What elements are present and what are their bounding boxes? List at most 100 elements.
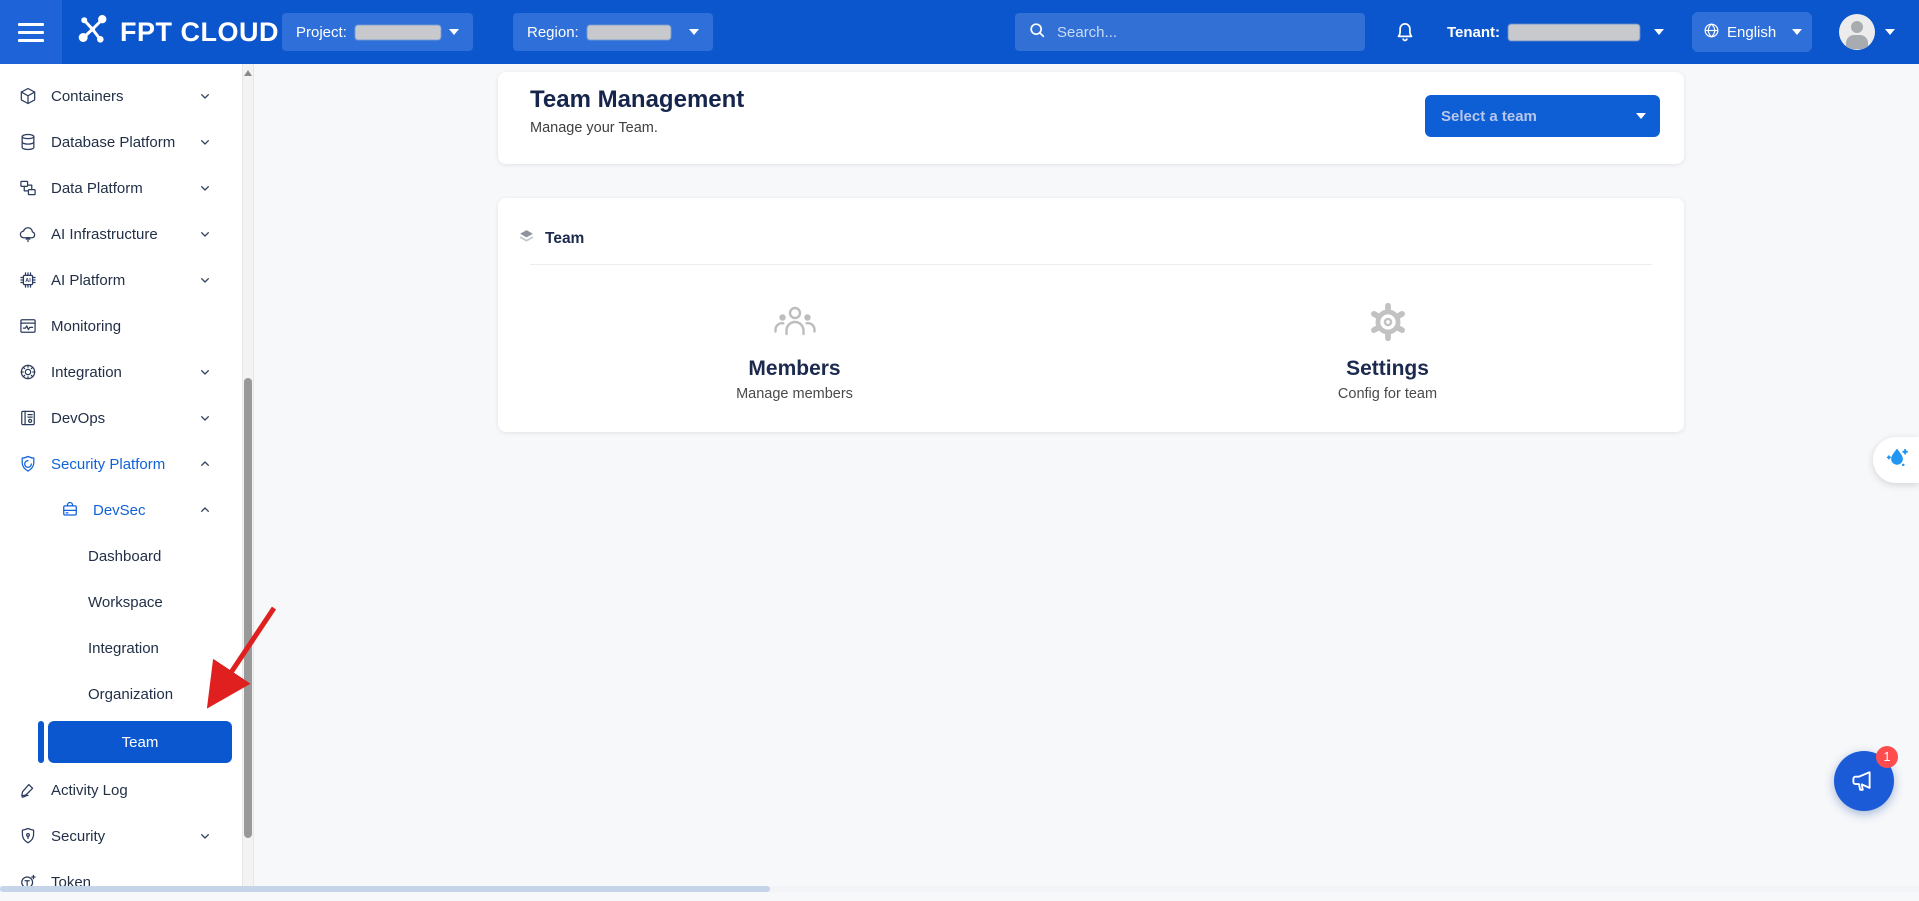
chevron-down-icon [197,272,213,288]
sidebar-item-devops[interactable]: DevOps [0,399,253,437]
chevron-down-icon [197,410,213,426]
sidebar-item-label: Security Platform [51,456,165,473]
sidebar-item-team[interactable]: Team [0,721,253,763]
chevron-down-icon [197,828,213,844]
sidebar-item-label: DevSec [93,502,146,519]
chevron-down-icon [197,180,213,196]
scrollbar-up-arrow[interactable] [244,70,252,76]
region-selector[interactable]: Region: [513,13,713,51]
hamburger-menu-button[interactable] [0,0,62,64]
region-label: Region: [527,24,579,41]
layers-icon [518,228,535,250]
project-label: Project: [296,24,347,41]
chevron-down-icon [449,29,459,35]
settings-gear-icon [1091,297,1684,347]
sidebar-item-label: Integration [88,640,159,657]
main-content: Team Management Manage your Team. Select… [254,64,1919,892]
chevron-up-icon [197,502,213,518]
assistant-widget[interactable] [1873,437,1919,483]
chevron-up-icon [197,456,213,472]
language-label: English [1727,24,1776,41]
sidebar-navigation: Containers Database Platform Data Platfo… [0,64,254,892]
tenant-selector[interactable]: Tenant: [1447,0,1664,64]
horizontal-scrollbar-thumb[interactable] [0,886,770,892]
security-icon [18,826,38,846]
global-search [1015,13,1365,51]
sidebar-item-containers[interactable]: Containers [0,77,253,115]
chevron-down-icon [1885,29,1895,35]
select-team-placeholder: Select a team [1441,108,1537,125]
devops-icon [18,408,38,428]
members-option[interactable]: Members Manage members [498,297,1091,402]
fpt-molecule-icon [76,12,112,53]
devsec-icon [60,500,80,520]
sidebar-item-label: AI Infrastructure [51,226,158,243]
sidebar-item-activity-log[interactable]: Activity Log [0,771,253,809]
user-menu[interactable] [1839,14,1895,50]
brand-logo[interactable]: FPT CLOUD [76,0,279,64]
security-platform-icon [18,454,38,474]
svg-text:AI: AI [25,278,31,284]
sidebar-item-database-platform[interactable]: Database Platform [0,123,253,161]
sidebar-scrollbar-thumb[interactable] [244,378,252,838]
sidebar-item-label: Dashboard [88,548,161,565]
sidebar-item-label: Database Platform [51,134,175,151]
chevron-down-icon [1636,113,1646,119]
sidebar-item-dashboard[interactable]: Dashboard [0,537,253,575]
project-selector[interactable]: Project: [282,13,473,51]
activity-log-icon [18,780,38,800]
sidebar-item-label: Workspace [88,594,163,611]
sidebar-item-label: Organization [88,686,173,703]
sidebar-item-data-platform[interactable]: Data Platform [0,169,253,207]
sidebar-item-security-platform[interactable]: Security Platform [0,445,253,483]
chevron-down-icon [197,364,213,380]
settings-option[interactable]: Settings Config for team [1091,297,1684,402]
sidebar-item-label: Integration [51,364,122,381]
chevron-down-icon [689,29,699,35]
sidebar-item-label: Security [51,828,105,845]
page-header-card: Team Management Manage your Team. Select… [498,72,1684,164]
members-title: Members [498,357,1091,381]
chevron-down-icon [197,88,213,104]
sidebar-item-security[interactable]: Security [0,817,253,855]
page-title: Team Management [530,86,744,114]
settings-title: Settings [1091,357,1684,381]
sidebar-item-ai-infrastructure[interactable]: AI Infrastructure [0,215,253,253]
ai-platform-icon: AI [18,270,38,290]
tenant-label: Tenant: [1447,24,1500,41]
chevron-down-icon [1654,29,1664,35]
sidebar-item-devsec[interactable]: DevSec [0,491,253,529]
sidebar-item-integration-sub[interactable]: Integration [0,629,253,667]
search-icon [1027,20,1047,45]
top-navigation-bar: FPT CLOUD Project: Region: Tenant: [0,0,1919,64]
sidebar-item-workspace[interactable]: Workspace [0,583,253,621]
sidebar-item-organization[interactable]: Organization [0,675,253,713]
page-subtitle: Manage your Team. [530,120,658,136]
language-selector[interactable]: English [1692,12,1812,52]
sidebar-item-ai-platform[interactable]: AI AI Platform [0,261,253,299]
sidebar-item-integration[interactable]: Integration [0,353,253,391]
sidebar-item-label: Monitoring [51,318,121,335]
sidebar-item-token[interactable]: Token [0,863,253,901]
divider [530,264,1652,265]
search-input[interactable] [1057,24,1353,41]
integration-icon [18,362,38,382]
tenant-value-redacted [1508,24,1640,41]
select-team-dropdown[interactable]: Select a team [1425,95,1660,137]
region-value-redacted [587,25,671,40]
announcements-button[interactable]: 1 [1834,751,1894,811]
notification-badge: 1 [1876,746,1898,768]
sidebar-item-label: Team [122,734,159,751]
notification-bell-icon[interactable] [1392,19,1418,45]
sidebar-item-label: Data Platform [51,180,143,197]
chevron-down-icon [1792,29,1802,35]
water-drop-icon [1882,443,1912,478]
containers-icon [18,86,38,106]
active-indicator [38,721,44,763]
chevron-down-icon [197,134,213,150]
chevron-down-icon [197,226,213,242]
horizontal-scrollbar-track [0,886,1919,892]
team-card: Team Members [498,198,1684,432]
sidebar-item-label: Activity Log [51,782,128,799]
sidebar-item-monitoring[interactable]: Monitoring [0,307,253,345]
